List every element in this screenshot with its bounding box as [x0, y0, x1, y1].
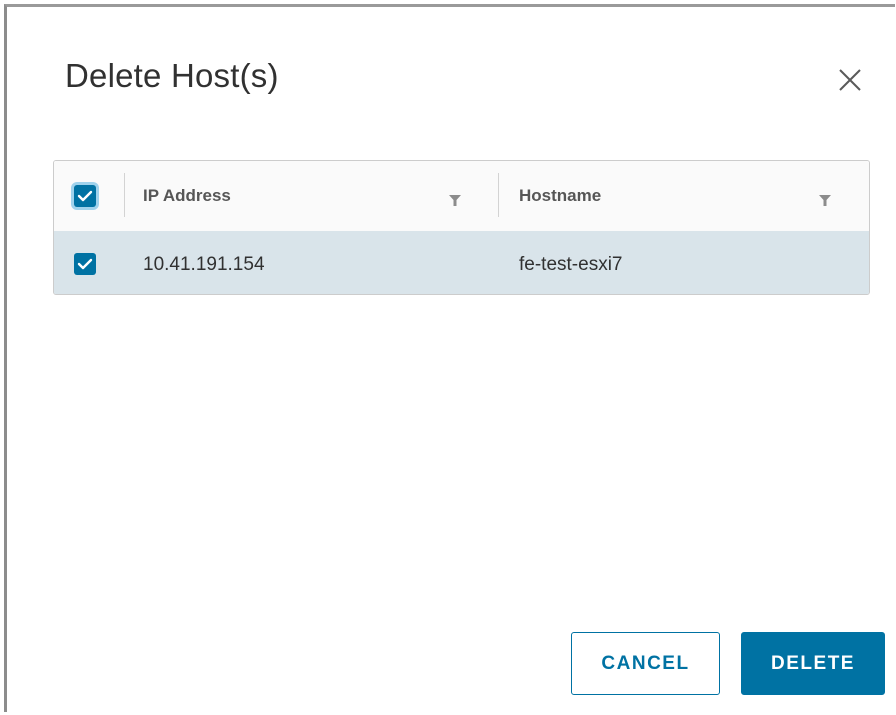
hosts-datagrid: IP Address Hostname 10.41.191.154 fe-tes…	[53, 160, 870, 295]
row-select-checkbox[interactable]	[74, 253, 96, 275]
cell-ip-address: 10.41.191.154	[143, 254, 265, 275]
close-icon	[839, 69, 861, 91]
column-separator[interactable]	[124, 173, 125, 217]
filter-icon	[449, 195, 461, 206]
check-icon	[77, 190, 93, 202]
column-header-ip-address[interactable]: IP Address	[143, 186, 231, 206]
column-header-hostname[interactable]: Hostname	[519, 186, 601, 206]
table-row[interactable]: 10.41.191.154 fe-test-esxi7	[54, 231, 869, 294]
column-separator[interactable]	[498, 173, 499, 217]
delete-hosts-dialog: Delete Host(s) IP Address Hostname 10.41…	[4, 4, 895, 712]
dialog-title: Delete Host(s)	[65, 57, 279, 94]
delete-button[interactable]: DELETE	[741, 632, 885, 695]
cancel-button[interactable]: CANCEL	[571, 632, 720, 695]
select-all-checkbox[interactable]	[74, 185, 96, 207]
close-button[interactable]	[833, 63, 867, 97]
ip-filter-button[interactable]	[448, 194, 462, 208]
cell-hostname: fe-test-esxi7	[519, 254, 623, 275]
filter-icon	[819, 195, 831, 206]
hostname-filter-button[interactable]	[818, 194, 832, 208]
check-icon	[77, 258, 93, 270]
grid-header: IP Address Hostname	[54, 161, 869, 232]
